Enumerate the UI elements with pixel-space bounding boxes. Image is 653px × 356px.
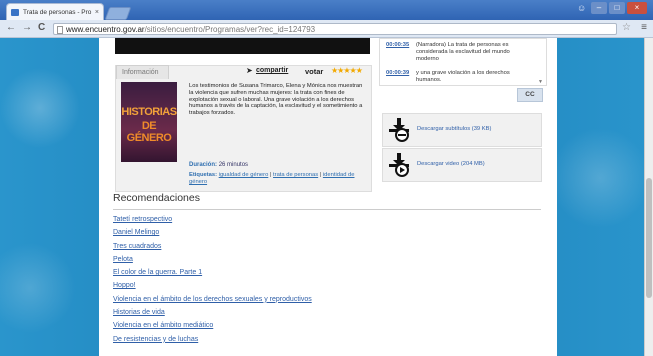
recommendation-link[interactable]: Hoppo! <box>113 282 136 289</box>
download-video-icon <box>389 153 409 177</box>
chrome-menu-button[interactable]: ≡ <box>641 22 647 33</box>
tag-link[interactable]: igualdad de género <box>219 172 269 178</box>
list-item: Violencia en el ámbito mediático <box>113 319 312 332</box>
download-video-label: Descargar video (204 MB) <box>417 161 485 167</box>
program-poster: HISTORIAS DE GÉNERO <box>121 82 177 162</box>
url-host: www.encuentro.gov.ar <box>66 25 145 34</box>
user-icon[interactable]: ☺ <box>577 3 587 13</box>
list-item: Hoppo! <box>113 279 312 292</box>
browser-tab[interactable]: Trata de personas - Pro × <box>6 3 104 20</box>
poster-title-line1: HISTORIAS <box>121 106 177 118</box>
download-video-button[interactable]: Descargar video (204 MB) <box>382 148 542 182</box>
recommendations-title: Recomendaciones <box>113 192 200 204</box>
tags-label: Etiquetas: <box>189 172 218 178</box>
url-path: /sitios/encuentro/Programas/ver?rec_id=1… <box>144 25 316 34</box>
video-player[interactable] <box>115 38 370 54</box>
bookmark-star-icon[interactable]: ☆ <box>622 22 631 33</box>
recommendation-link[interactable]: Historias de vida <box>113 309 165 316</box>
recommendation-link[interactable]: Violencia en el ámbito mediático <box>113 322 213 329</box>
page-viewport: Información ➤ compartir votar ★★★★★ HIST… <box>0 38 653 356</box>
closed-captions-button[interactable]: CC <box>517 88 543 102</box>
window-controls: – □ × <box>591 2 647 14</box>
duration-value: 26 minutos <box>218 162 249 168</box>
duration: Duración: 26 minutos <box>189 162 248 168</box>
program-description: Los testimonios de Susana Trimarco, Elen… <box>189 83 363 117</box>
recommendation-link[interactable]: Tatetí retrospectivo <box>113 216 172 223</box>
maximize-button[interactable]: □ <box>609 2 625 14</box>
list-item: Tres cuadrados <box>113 240 312 253</box>
list-item: Violencia en el ámbito de los derechos s… <box>113 293 312 306</box>
download-subtitles-label: Descargar subtítulos (39 KB) <box>417 126 492 132</box>
list-item: Tatetí retrospectivo <box>113 213 312 226</box>
new-tab-button[interactable] <box>104 7 132 20</box>
page-favicon-icon <box>11 9 19 16</box>
window-close-button[interactable]: × <box>627 2 647 14</box>
forward-button[interactable]: → <box>22 22 32 33</box>
download-subtitles-icon <box>389 118 409 142</box>
poster-title-line2: DE GÉNERO <box>126 120 172 144</box>
list-item: Daniel Melingo <box>113 226 312 239</box>
tab-title: Trata de personas - Pro <box>23 9 92 16</box>
transcript-panel[interactable]: 00:00:35 (Narradora) La trata de persona… <box>379 38 547 86</box>
reload-button[interactable]: C <box>38 22 45 33</box>
page-icon <box>57 26 63 34</box>
list-item: De resistencias y de luchas <box>113 333 312 346</box>
recommendation-link[interactable]: El color de la guerra. Parte 1 <box>113 269 202 276</box>
main-content: Información ➤ compartir votar ★★★★★ HIST… <box>99 38 557 356</box>
download-subtitles-button[interactable]: Descargar subtítulos (39 KB) <box>382 113 542 147</box>
duration-label: Duración: <box>189 162 218 168</box>
transcript-timecode[interactable]: 00:00:39 <box>386 70 409 77</box>
recommendations-list: Tatetí retrospectivo Daniel Melingo Tres… <box>113 213 312 346</box>
browser-toolbar: ← → C www.encuentro.gov.ar/sitios/encuen… <box>0 20 653 37</box>
browser-chrome: Trata de personas - Pro × ☺ – □ × ← → C … <box>0 0 653 38</box>
tab-bar: Trata de personas - Pro × ☺ – □ × <box>0 0 653 20</box>
transcript-text: y una grave violación a los derechos hum… <box>416 70 510 83</box>
address-bar[interactable]: www.encuentro.gov.ar/sitios/encuentro/Pr… <box>53 23 617 35</box>
tab-close-button[interactable]: × <box>95 4 99 20</box>
recommendation-link[interactable]: Pelota <box>113 256 133 263</box>
divider <box>113 209 541 210</box>
list-item: Pelota <box>113 253 312 266</box>
list-item: Historias de vida <box>113 306 312 319</box>
tag-link[interactable]: trata de personas <box>273 172 318 178</box>
tags: Etiquetas: igualdad de género | trata de… <box>189 172 355 185</box>
info-panel: Información ➤ compartir votar ★★★★★ HIST… <box>115 65 372 192</box>
vote-label: votar <box>305 67 324 76</box>
rating-stars[interactable]: ★★★★★ <box>331 66 363 75</box>
scroll-down-icon[interactable]: ▼ <box>538 79 543 85</box>
recommendation-link[interactable]: De resistencias y de luchas <box>113 336 198 343</box>
share-link[interactable]: compartir <box>256 67 288 74</box>
recommendation-link[interactable]: Violencia en el ámbito de los derechos s… <box>113 296 312 303</box>
recommendation-link[interactable]: Daniel Melingo <box>113 229 159 236</box>
info-tab[interactable]: Información <box>116 65 169 79</box>
transcript-text: (Narradora) La trata de personas es cons… <box>416 42 510 62</box>
list-item: El color de la guerra. Parte 1 <box>113 266 312 279</box>
page-scrollbar[interactable] <box>644 38 653 356</box>
minimize-button[interactable]: – <box>591 2 607 14</box>
back-button[interactable]: ← <box>6 22 16 33</box>
recommendation-link[interactable]: Tres cuadrados <box>113 243 161 250</box>
share-icon[interactable]: ➤ <box>246 66 253 75</box>
scrollbar-thumb[interactable] <box>646 178 652 298</box>
transcript-timecode[interactable]: 00:00:35 <box>386 42 409 49</box>
